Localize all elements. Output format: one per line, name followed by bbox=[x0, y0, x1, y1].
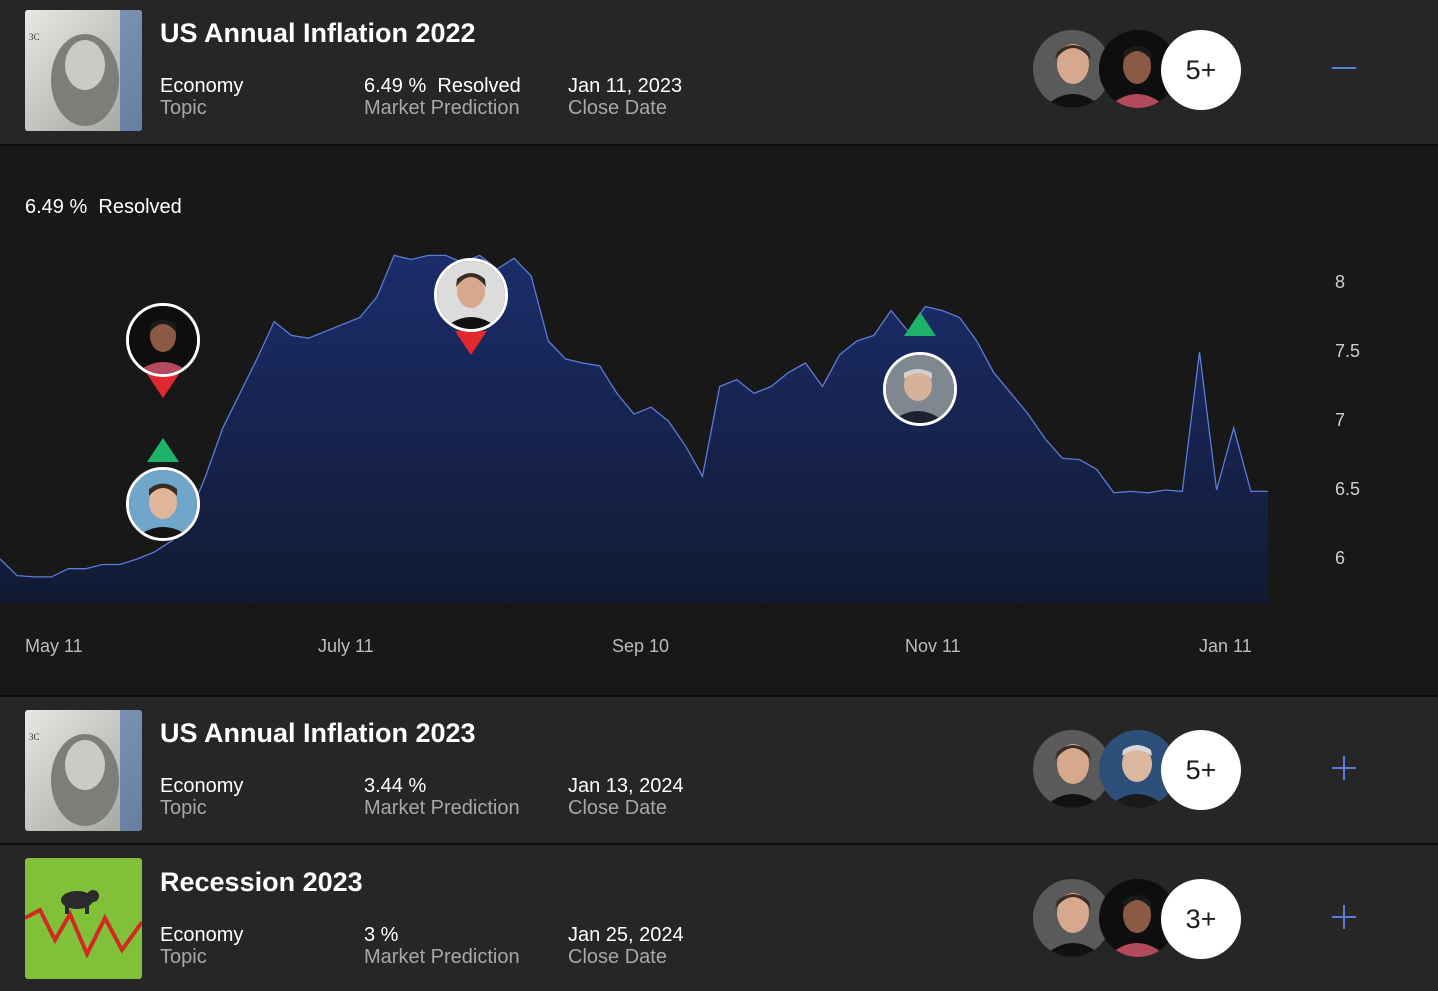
market-row[interactable]: Recession 2023 Economy Topic 3 % Market … bbox=[0, 845, 1438, 991]
y-axis-tick: 7.5 bbox=[1335, 341, 1361, 361]
close-date-field: Jan 25, 2024 Close Date bbox=[568, 924, 684, 968]
minus-icon bbox=[1331, 55, 1357, 86]
topic-field: Economy Topic bbox=[160, 75, 243, 119]
prediction-field: 3.44 % Market Prediction bbox=[364, 775, 520, 819]
collapse-button[interactable] bbox=[1326, 52, 1362, 88]
prediction-field: 6.49 % Resolved Market Prediction bbox=[364, 75, 521, 119]
participants[interactable]: 5+ bbox=[1033, 730, 1243, 810]
chart-area-fill bbox=[0, 255, 1268, 603]
more-participants-badge[interactable]: 5+ bbox=[1161, 30, 1241, 110]
prediction-field: 3 % Market Prediction bbox=[364, 924, 520, 968]
close-date-field: Jan 11, 2023 Close Date bbox=[568, 75, 682, 119]
prediction-value: 3.44 % bbox=[364, 775, 427, 797]
close-date-label: Close Date bbox=[568, 97, 667, 119]
market-chart-panel: 6.49 % Resolved 8 7.5 7 6.5 6 May 11 Jul… bbox=[0, 146, 1438, 695]
price-chart[interactable] bbox=[0, 146, 1438, 695]
more-participants-badge[interactable]: 5+ bbox=[1161, 730, 1241, 810]
y-axis-tick: 6.5 bbox=[1335, 479, 1361, 499]
y-axis-tick: 8 bbox=[1335, 272, 1346, 292]
recession-bear-thumbnail bbox=[25, 858, 142, 979]
topic-label: Topic bbox=[160, 946, 207, 968]
close-date-value: Jan 13, 2024 bbox=[568, 775, 684, 797]
y-axis-tick: 6 bbox=[1335, 548, 1346, 568]
prediction-value: 6.49 % Resolved bbox=[364, 75, 521, 97]
market-row[interactable]: 3C US Annual Inflation 2023 Economy Topi… bbox=[0, 697, 1438, 843]
topic-label: Topic bbox=[160, 797, 207, 819]
plus-icon bbox=[1331, 904, 1357, 935]
svg-text:3C: 3C bbox=[29, 732, 40, 742]
plus-icon bbox=[1331, 755, 1357, 786]
close-date-value: Jan 25, 2024 bbox=[568, 924, 684, 946]
topic-value: Economy bbox=[160, 924, 244, 946]
close-date-label: Close Date bbox=[568, 797, 667, 819]
prediction-value: 3 % bbox=[364, 924, 399, 946]
more-participants-badge[interactable]: 3+ bbox=[1161, 879, 1241, 959]
up-arrow-icon bbox=[147, 438, 179, 462]
x-axis-tick: Jan 11 bbox=[1199, 636, 1252, 656]
y-axis-tick: 7 bbox=[1335, 410, 1346, 430]
down-arrow-icon bbox=[147, 374, 179, 398]
participants[interactable]: 3+ bbox=[1033, 879, 1243, 959]
topic-label: Topic bbox=[160, 97, 207, 119]
topic-field: Economy Topic bbox=[160, 924, 243, 968]
close-date-field: Jan 13, 2024 Close Date bbox=[568, 775, 684, 819]
x-axis-tick: July 11 bbox=[318, 636, 374, 656]
market-title[interactable]: US Annual Inflation 2022 bbox=[160, 18, 476, 49]
x-axis-tick: May 11 bbox=[25, 636, 83, 656]
prediction-label: Market Prediction bbox=[364, 797, 520, 819]
dollar-bill-thumbnail: 3C bbox=[25, 710, 142, 831]
x-axis-tick: Sep 10 bbox=[612, 636, 670, 656]
prediction-label: Market Prediction bbox=[364, 97, 520, 119]
prediction-avatar[interactable] bbox=[126, 303, 200, 377]
prediction-avatar[interactable] bbox=[434, 258, 508, 332]
market-title[interactable]: US Annual Inflation 2023 bbox=[160, 718, 476, 749]
prediction-avatar[interactable] bbox=[883, 352, 957, 426]
prediction-avatar[interactable] bbox=[126, 467, 200, 541]
dollar-bill-thumbnail: 3C bbox=[25, 10, 142, 131]
close-date-value: Jan 11, 2023 bbox=[568, 75, 683, 97]
participants[interactable]: 5+ bbox=[1033, 30, 1243, 110]
close-date-label: Close Date bbox=[568, 946, 667, 968]
topic-value: Economy bbox=[160, 75, 244, 97]
expand-button[interactable] bbox=[1326, 752, 1362, 788]
topic-value: Economy bbox=[160, 775, 244, 797]
market-title[interactable]: Recession 2023 bbox=[160, 867, 363, 898]
market-row[interactable]: 3C US Annual Inflation 2022 Economy Topi… bbox=[0, 0, 1438, 144]
expand-button[interactable] bbox=[1326, 901, 1362, 937]
svg-text:3C: 3C bbox=[29, 32, 40, 42]
topic-field: Economy Topic bbox=[160, 775, 243, 819]
x-axis-tick: Nov 11 bbox=[905, 636, 961, 656]
prediction-label: Market Prediction bbox=[364, 946, 520, 968]
